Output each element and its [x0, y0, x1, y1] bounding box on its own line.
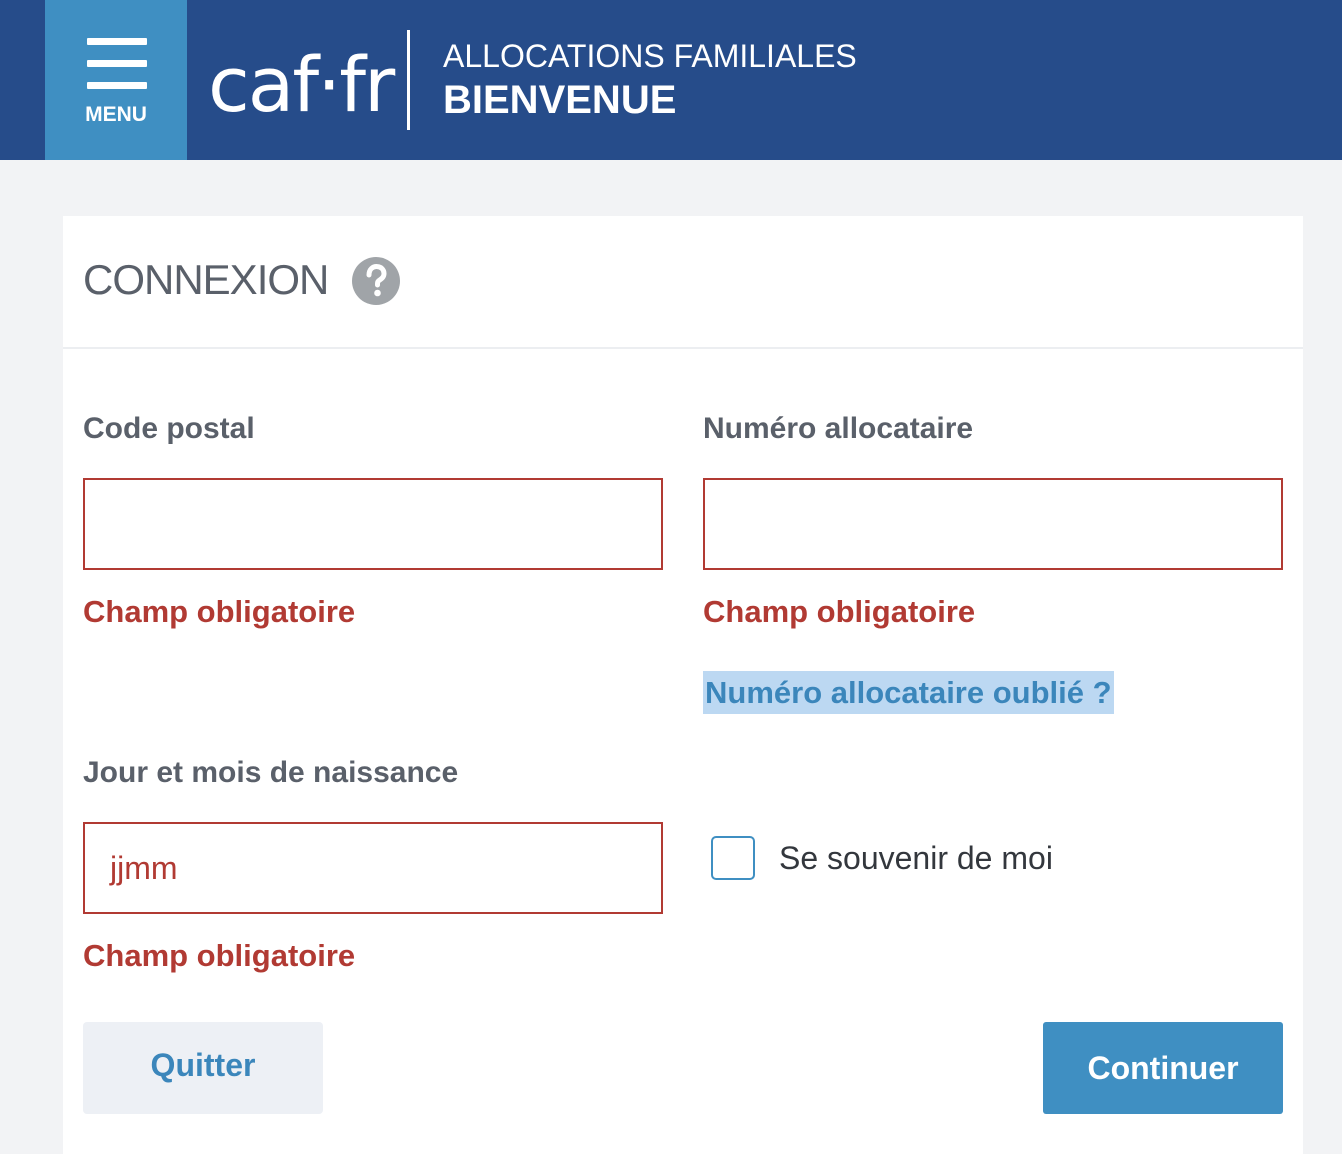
postal-code-label: Code postal [83, 412, 255, 445]
allocataire-number-error: Champ obligatoire [703, 594, 976, 629]
continue-button[interactable]: Continuer [1043, 1022, 1283, 1114]
page-title: CONNEXION [83, 256, 329, 303]
login-card: CONNEXION Code postal Champ obligatoire … [63, 216, 1303, 1154]
postal-code-input[interactable] [83, 478, 663, 570]
question-circle-icon[interactable] [352, 257, 400, 305]
header-subtitle: ALLOCATIONS FAMILIALES [443, 38, 857, 74]
allocataire-number-label: Numéro allocataire [703, 412, 974, 445]
header-title: BIENVENUE [443, 78, 677, 122]
quit-button[interactable]: Quitter [83, 1022, 323, 1114]
postal-code-error: Champ obligatoire [83, 594, 356, 629]
remember-me-checkbox[interactable] [711, 836, 755, 880]
title-divider [63, 347, 1303, 349]
forgot-allocataire-link[interactable]: Numéro allocataire oublié ? [703, 671, 1114, 714]
site-header: MENU caf·fr ALLOCATIONS FAMILIALES BIENV… [0, 0, 1342, 160]
menu-label: MENU [85, 103, 147, 126]
menu-button[interactable]: MENU [45, 0, 187, 160]
birthday-label: Jour et mois de naissance [83, 756, 459, 789]
logo-divider [407, 30, 410, 130]
caf-logo[interactable]: caf·fr [208, 40, 395, 130]
birthday-input[interactable]: jjmm [83, 822, 663, 914]
remember-me-label[interactable]: Se souvenir de moi [779, 836, 1053, 880]
allocataire-number-input[interactable] [703, 478, 1283, 570]
birthday-error: Champ obligatoire [83, 938, 356, 973]
